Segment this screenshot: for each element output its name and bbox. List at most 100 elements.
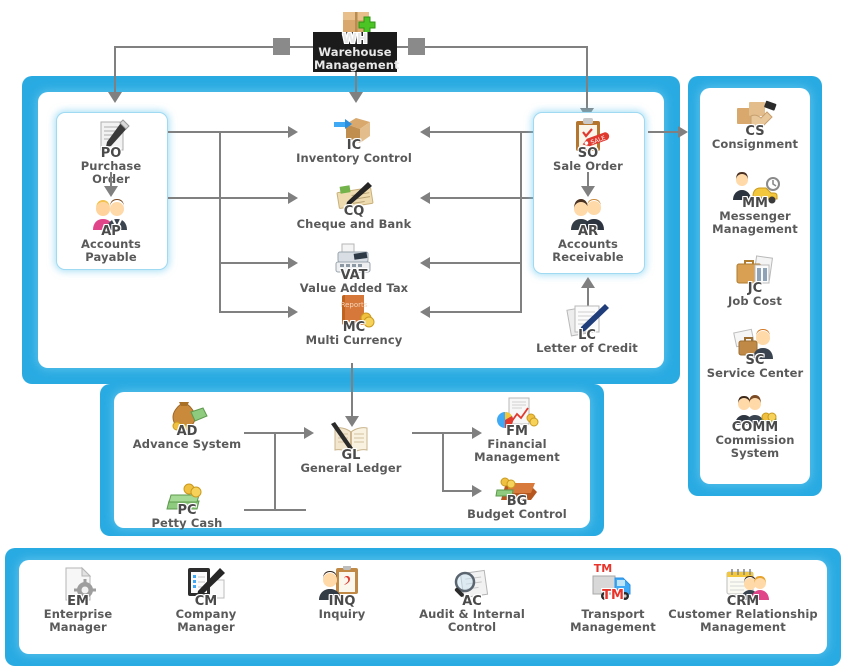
arrow-in-ic bbox=[420, 126, 430, 138]
messenger-car-icon: MM bbox=[703, 168, 807, 211]
node-ic[interactable]: IC Inventory Control bbox=[295, 110, 413, 165]
node-code-ar: AR bbox=[577, 224, 599, 239]
node-pc[interactable]: PC Petty Cash bbox=[130, 475, 244, 530]
general-ledger-book-icon: GL bbox=[292, 420, 410, 463]
node-cq[interactable]: CQ Cheque and Bank bbox=[295, 176, 413, 231]
node-label-gl: General Ledger bbox=[300, 461, 402, 475]
node-code-comm: COMM bbox=[731, 420, 779, 435]
node-code-gl: GL bbox=[341, 448, 361, 463]
node-code-fm: FM bbox=[506, 424, 528, 439]
node-so[interactable]: SALE SO Sale Order bbox=[537, 118, 639, 173]
wh-center-arrow bbox=[349, 92, 363, 103]
po-to-ic-line bbox=[219, 131, 289, 133]
node-fm[interactable]: FM Financial Management bbox=[462, 396, 572, 464]
node-code-mm: MM bbox=[742, 196, 768, 211]
node-label-mc: Multi Currency bbox=[305, 333, 403, 347]
mc-to-gl-line bbox=[351, 363, 353, 418]
audit-magnifier-icon: AC bbox=[415, 566, 529, 609]
node-label-jc: Job Cost bbox=[728, 294, 782, 308]
node-code-wh: WH bbox=[313, 32, 397, 47]
node-label-wh: Warehouse Management bbox=[313, 45, 400, 72]
node-label-bg: Budget Control bbox=[467, 507, 567, 521]
node-code-cm: CM bbox=[194, 594, 218, 609]
node-comm[interactable]: COMM Commission System bbox=[703, 392, 807, 460]
petty-cash-icon: PC bbox=[130, 475, 244, 518]
node-em[interactable]: EM Enterprise Manager bbox=[26, 566, 130, 634]
arrow-in-vat bbox=[420, 257, 430, 269]
node-ap[interactable]: AP Accounts Payable bbox=[60, 196, 162, 264]
node-label-comm: Commission System bbox=[715, 433, 795, 460]
inquiry-person-clipboard-icon: INQ bbox=[290, 566, 394, 609]
node-cs[interactable]: CS Consignment bbox=[703, 96, 807, 151]
node-code-cs: CS bbox=[745, 124, 765, 139]
node-mc[interactable]: Reports MC Multi Currency bbox=[295, 292, 413, 347]
node-label-cm: Company Manager bbox=[175, 607, 237, 634]
connector-handle-left[interactable] bbox=[273, 38, 290, 55]
node-code-ap: AP bbox=[101, 224, 121, 239]
node-code-mc: MC bbox=[342, 320, 366, 335]
po-to-cq-line bbox=[219, 197, 289, 199]
node-lc[interactable]: LC Letter of Credit bbox=[528, 300, 646, 355]
node-vat[interactable]: VAT Value Added Tax bbox=[295, 240, 413, 295]
wh-right-drop bbox=[586, 46, 588, 110]
node-gl[interactable]: GL General Ledger bbox=[292, 420, 410, 475]
financial-management-chart-icon: FM bbox=[462, 396, 572, 439]
reports-book-coins-icon: Reports MC bbox=[295, 292, 413, 335]
node-code-inq: INQ bbox=[328, 594, 356, 609]
node-tm[interactable]: TM TM Transport Management bbox=[558, 560, 668, 634]
erp-module-diagram: WH Warehouse Management PO Purchase Orde… bbox=[0, 0, 846, 670]
node-label-pc: Petty Cash bbox=[151, 516, 223, 530]
node-code-ac: AC bbox=[462, 594, 482, 609]
node-code-ic: IC bbox=[346, 138, 362, 153]
node-label-cs: Consignment bbox=[711, 137, 799, 151]
node-label-crm: Customer Relationship Management bbox=[668, 607, 818, 634]
wh-left-arrow bbox=[108, 92, 122, 103]
enterprise-manager-gear-icon: EM bbox=[26, 566, 130, 609]
inventory-box-icon: IC bbox=[295, 110, 413, 153]
job-cost-briefcase-icon: JC bbox=[703, 253, 807, 296]
node-wh[interactable]: WH Warehouse Management bbox=[313, 4, 400, 72]
node-jc[interactable]: JC Job Cost bbox=[703, 253, 807, 308]
node-code-vat: VAT bbox=[340, 268, 368, 283]
node-label-fm: Financial Management bbox=[474, 437, 560, 464]
node-label-mm: Messenger Management bbox=[712, 209, 798, 236]
node-cm[interactable]: CM Company Manager bbox=[154, 566, 258, 634]
node-code-lc: LC bbox=[578, 328, 596, 343]
crm-calendar-people-icon: CRM bbox=[668, 566, 818, 609]
node-label-ar: Accounts Receivable bbox=[552, 237, 624, 264]
company-manager-clipboard-icon: CM bbox=[154, 566, 258, 609]
po-to-mc-line bbox=[219, 311, 289, 313]
sales-to-vat-line bbox=[430, 262, 522, 264]
node-inq[interactable]: INQ Inquiry bbox=[290, 566, 394, 621]
budget-control-book-icon: BG bbox=[462, 466, 572, 509]
arrow-in-mc bbox=[420, 306, 430, 318]
node-ar[interactable]: AR Accounts Receivable bbox=[537, 196, 639, 264]
node-crm[interactable]: CRM Customer Relationship Management bbox=[668, 566, 818, 634]
sales-to-ic-line bbox=[430, 131, 522, 133]
connector-handle-right[interactable] bbox=[408, 38, 425, 55]
node-ad[interactable]: AD Advance System bbox=[130, 396, 244, 451]
accounts-payable-people-icon: AP bbox=[60, 196, 162, 239]
node-ac[interactable]: AC Audit & Internal Control bbox=[415, 566, 529, 634]
node-label-em: Enterprise Manager bbox=[43, 607, 113, 634]
cash-register-icon: VAT bbox=[295, 240, 413, 283]
po-to-vat-line bbox=[219, 262, 289, 264]
node-code-ad: AD bbox=[176, 424, 198, 439]
warehouse-box-plus-icon: WH bbox=[313, 4, 397, 47]
consignment-boxes-handshake-icon: CS bbox=[703, 96, 807, 139]
node-code-bg: BG bbox=[506, 494, 528, 509]
node-mm[interactable]: MM Messenger Management bbox=[703, 168, 807, 236]
node-label-cq: Cheque and Bank bbox=[296, 217, 412, 231]
node-code-pc: PC bbox=[177, 503, 197, 518]
po-fan-trunk bbox=[219, 131, 221, 311]
node-sc[interactable]: SC Service Center bbox=[703, 325, 807, 380]
node-code-tm: TM bbox=[602, 588, 624, 603]
node-code-sc: SC bbox=[745, 353, 765, 368]
advance-money-bag-icon: AD bbox=[130, 396, 244, 439]
service-center-agent-icon: SC bbox=[703, 325, 807, 368]
node-bg[interactable]: BG Budget Control bbox=[462, 466, 572, 521]
node-label-ic: Inventory Control bbox=[296, 151, 412, 165]
svg-text:TM: TM bbox=[594, 562, 612, 575]
commission-people-money-icon: COMM bbox=[703, 392, 807, 435]
ops-to-addons-arrow bbox=[678, 126, 688, 138]
